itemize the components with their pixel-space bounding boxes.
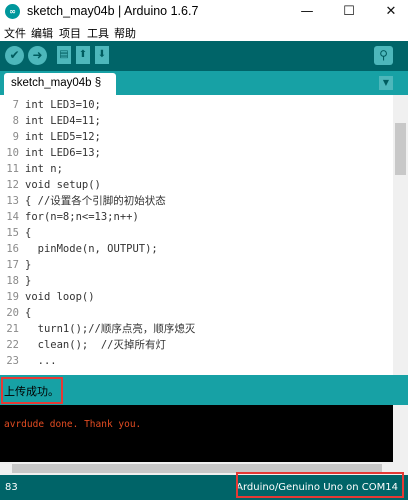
line-number: 14	[6, 211, 19, 223]
code-text: int LED5=12;	[25, 131, 101, 143]
serial-monitor-icon[interactable]: ⚲	[374, 46, 393, 65]
code-line: 18 }	[0, 273, 393, 289]
code-line: 14 for(n=8;n<=13;n++)	[0, 209, 393, 225]
minimize-button[interactable]: —	[292, 0, 322, 23]
code-text: void loop()	[25, 291, 95, 303]
line-number: 17	[6, 259, 19, 271]
code-text: ...	[25, 355, 57, 367]
code-line: 12 void setup()	[0, 177, 393, 193]
code-text: for(n=8;n<=13;n++)	[25, 211, 139, 223]
code-text: }	[25, 259, 32, 271]
line-number: 11	[6, 163, 19, 175]
code-text: pinMode(n, OUTPUT);	[25, 243, 158, 255]
new-sketch-icon[interactable]: ▤	[57, 46, 71, 64]
code-line: 10 int LED6=13;	[0, 145, 393, 161]
highlight-box	[236, 472, 404, 498]
line-number: 16	[6, 243, 19, 255]
code-text: {	[25, 227, 32, 239]
maximize-button[interactable]: ☐	[334, 0, 364, 23]
highlight-box	[1, 377, 63, 404]
line-number: 19	[6, 291, 19, 303]
code-text: int LED4=11;	[25, 115, 101, 127]
code-line: 21 turn1();//顺序点亮，顺序熄灭	[0, 321, 393, 337]
code-text: {	[25, 307, 32, 319]
console-text: avrdude done. Thank you.	[4, 419, 142, 430]
open-sketch-icon[interactable]: ⬆	[76, 46, 90, 64]
code-text: int LED6=13;	[25, 147, 101, 159]
current-line-number: 83	[5, 482, 18, 493]
code-text: int LED3=10;	[25, 99, 101, 111]
code-line: 8 int LED4=11;	[0, 113, 393, 129]
console-scrollbar[interactable]	[393, 405, 408, 475]
line-number: 9	[12, 131, 19, 143]
code-line: 13 { //设置各个引脚的初始状态	[0, 193, 393, 209]
menu-file[interactable]: 文件	[4, 25, 26, 41]
line-number: 8	[12, 115, 19, 127]
code-line: 11 int n;	[0, 161, 393, 177]
editor-scrollbar-thumb[interactable]	[395, 123, 406, 175]
code-line: 22 clean(); //灭掉所有灯	[0, 337, 393, 353]
code-line: 15 {	[0, 225, 393, 241]
menu-help[interactable]: 帮助	[114, 25, 136, 41]
arduino-logo-icon: ∞	[5, 4, 20, 19]
tab-label: sketch_may04b §	[11, 77, 102, 89]
title-bar: ∞ sketch_may04b | Arduino 1.6.7 — ☐ ✕	[0, 0, 408, 23]
line-number: 18	[6, 275, 19, 287]
code-line: 19 void loop()	[0, 289, 393, 305]
line-number: 23	[6, 355, 19, 367]
line-number: 20	[6, 307, 19, 319]
menu-tools[interactable]: 工具	[87, 25, 109, 41]
line-number: 13	[6, 195, 19, 207]
editor-scrollbar[interactable]	[393, 95, 408, 375]
window-title: sketch_may04b | Arduino 1.6.7	[27, 4, 199, 18]
line-number: 15	[6, 227, 19, 239]
upload-icon[interactable]: ➜	[28, 46, 47, 65]
save-sketch-icon[interactable]: ⬇	[95, 46, 109, 64]
code-text: { //设置各个引脚的初始状态	[25, 195, 166, 207]
close-button[interactable]: ✕	[376, 0, 406, 23]
line-number: 21	[6, 323, 19, 335]
line-number: 12	[6, 179, 19, 191]
code-text: void setup()	[25, 179, 101, 191]
tab-menu-icon[interactable]: ▼	[379, 76, 393, 90]
tab-strip: sketch_may04b § ▼	[0, 71, 408, 95]
code-line: 17 }	[0, 257, 393, 273]
tab-sketch[interactable]: sketch_may04b §	[4, 73, 116, 95]
line-number: 10	[6, 147, 19, 159]
toolbar: ✔ ➜ ▤ ⬆ ⬇ ⚲	[0, 41, 408, 71]
verify-icon[interactable]: ✔	[5, 46, 24, 65]
code-text: int n;	[25, 163, 63, 175]
code-text: turn1();//顺序点亮，顺序熄灭	[25, 323, 196, 335]
code-text: clean(); //灭掉所有灯	[25, 339, 167, 351]
code-line: 23 ...	[0, 353, 393, 369]
code-line: 7 int LED3=10;	[0, 97, 393, 113]
line-number: 22	[6, 339, 19, 351]
menu-edit[interactable]: 编辑	[31, 25, 53, 41]
code-text: }	[25, 275, 32, 287]
code-line: 20 {	[0, 305, 393, 321]
code-editor[interactable]: 7 int LED3=10; 8 int LED4=11; 9 int LED5…	[0, 95, 393, 375]
line-number: 7	[12, 99, 19, 111]
menu-bar: 文件 编辑 项目 工具 帮助	[0, 23, 408, 41]
code-line: 16 pinMode(n, OUTPUT);	[0, 241, 393, 257]
code-line: 9 int LED5=12;	[0, 129, 393, 145]
menu-sketch[interactable]: 项目	[59, 25, 81, 41]
